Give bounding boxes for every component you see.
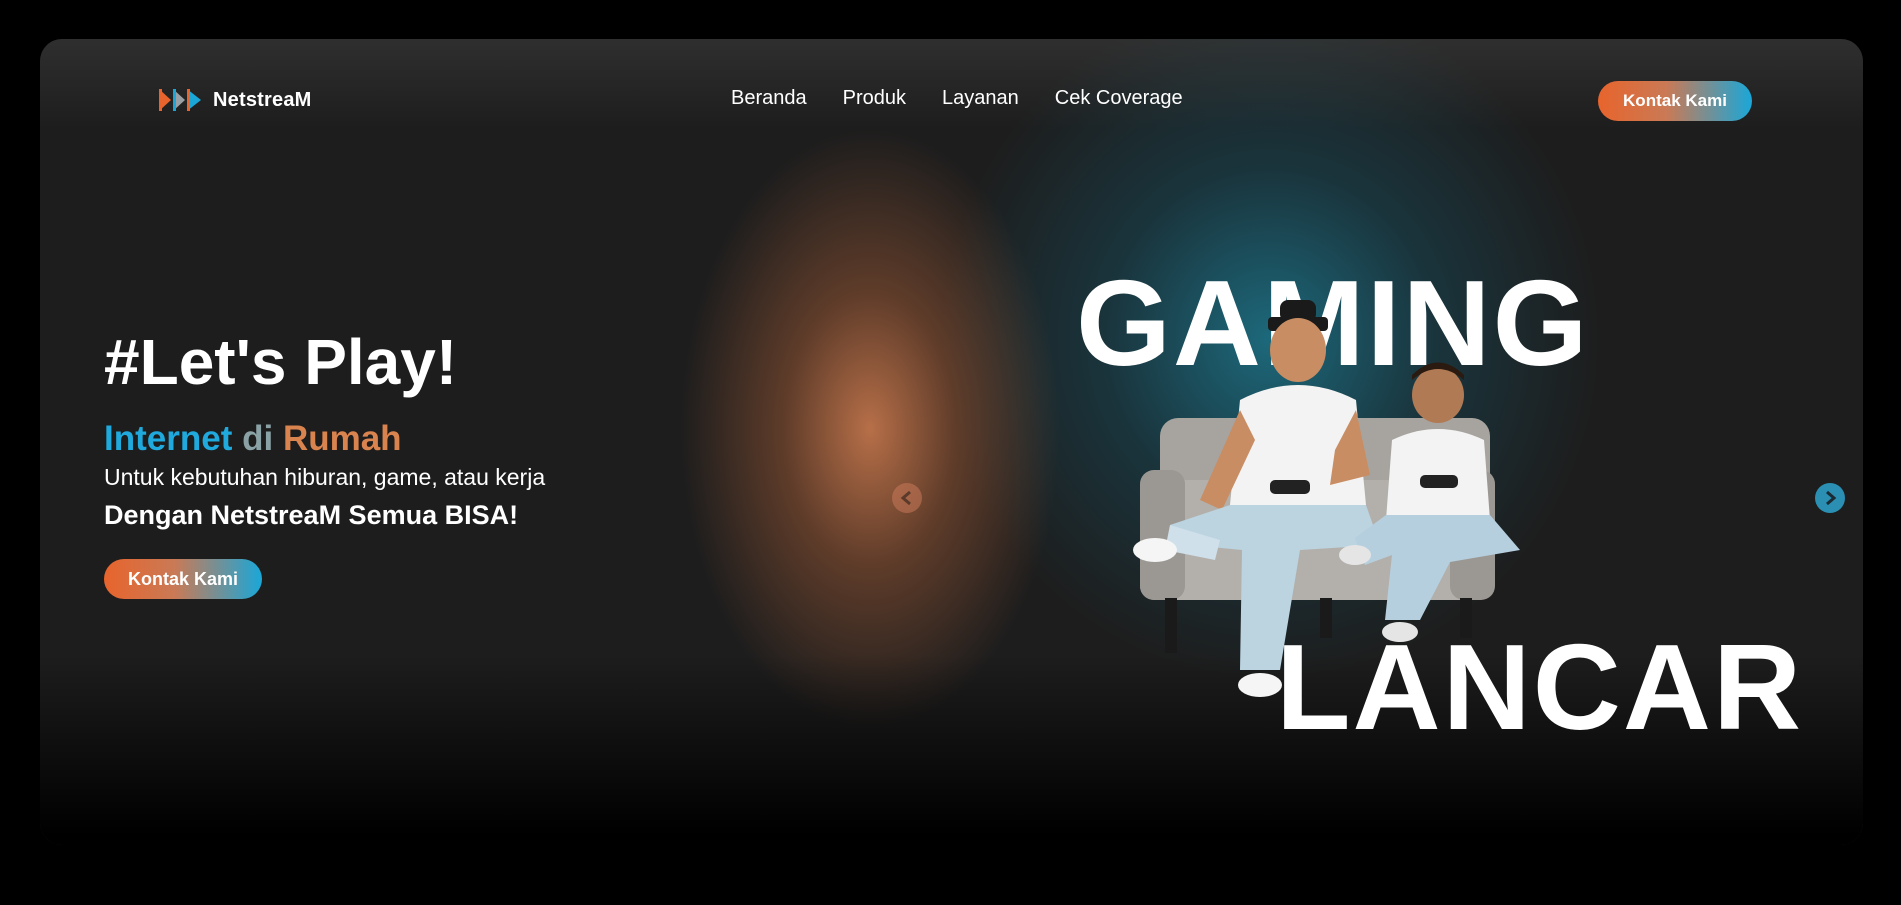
nav-link-beranda[interactable]: Beranda	[731, 87, 807, 110]
carousel-prev-button[interactable]	[892, 483, 922, 513]
nav-link-cek-coverage[interactable]: Cek Coverage	[1055, 87, 1183, 110]
hero-frame: NetstreaM Beranda Produk Layanan Cek Cov…	[40, 39, 1863, 845]
chevron-right-icon	[1826, 491, 1837, 505]
nav-contact-button[interactable]: Kontak Kami	[1598, 81, 1752, 121]
tagline-part-di: di	[242, 419, 274, 458]
tagline-part-internet: Internet	[104, 419, 233, 458]
main-menu: Beranda Produk Layanan Cek Coverage	[731, 87, 1183, 110]
nav-link-produk[interactable]: Produk	[843, 87, 906, 110]
hero-subtitle: Untuk kebutuhan hiburan, game, atau kerj…	[104, 464, 546, 490]
chevron-left-icon	[900, 491, 911, 505]
banner-word-lancar: LANCAR	[1276, 619, 1804, 755]
hero-contact-button[interactable]: Kontak Kami	[104, 559, 262, 599]
hero-banner: GAMING LANCAR	[1030, 214, 1860, 774]
carousel-next-button[interactable]	[1815, 483, 1845, 513]
hero-heading: #Let's Play!	[104, 326, 458, 398]
nav-link-layanan[interactable]: Layanan	[942, 87, 1019, 110]
brand-name: NetstreaM	[213, 88, 312, 111]
navbar: NetstreaM Beranda Produk Layanan Cek Cov…	[40, 39, 1863, 163]
hero-tagline: Internet di Rumah	[104, 420, 545, 458]
hero-subtitle-bold: Dengan NetstreaM Semua BISA!	[104, 500, 519, 530]
hero-text: #Let's Play! Internet di Rumah Untuk keb…	[104, 326, 546, 599]
tagline-part-rumah: Rumah	[282, 419, 402, 458]
logo-icon	[159, 89, 201, 111]
logo[interactable]: NetstreaM	[157, 85, 312, 115]
